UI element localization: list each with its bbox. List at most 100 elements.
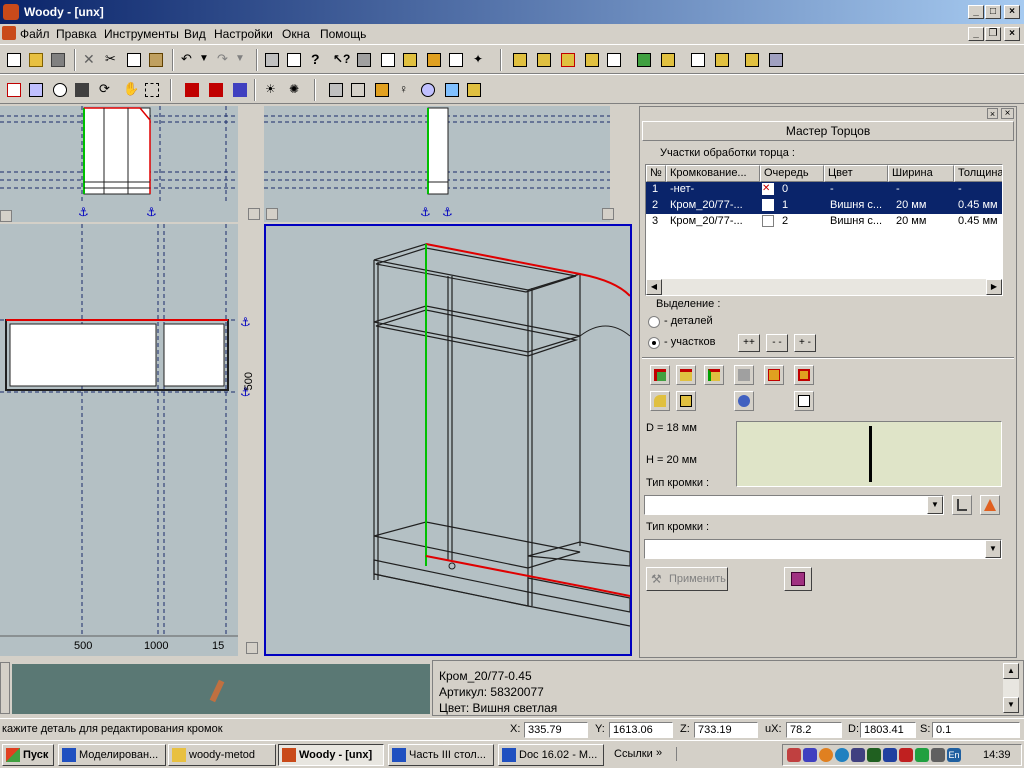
taskbar-item[interactable]: Моделирован... [58,744,166,766]
menu-settings[interactable]: Настройки [214,27,273,41]
panel-pin-button[interactable]: × [987,108,998,119]
view-b-button[interactable] [534,50,554,70]
tray-icon[interactable] [787,748,801,762]
open-file-button[interactable] [26,50,46,70]
edge-tool-9-button[interactable] [734,391,754,411]
tray-icon[interactable] [899,748,913,762]
doc-close-button[interactable]: × [1004,27,1020,41]
table-hscrollbar[interactable]: ◀ ▶ [646,279,1002,295]
language-indicator[interactable]: En [947,748,961,762]
book-button[interactable] [784,567,812,591]
tool-d-button[interactable] [424,50,444,70]
fit-button[interactable] [142,80,162,100]
column-header[interactable]: Ширина [888,165,954,182]
help-button[interactable]: ? [308,50,328,70]
tool-a-button[interactable] [354,50,374,70]
edge-segments-table[interactable]: № Кромкование... Очередь Цвет Ширина Тол… [645,164,1003,296]
tray-icon[interactable] [803,748,817,762]
doc-minimize-button[interactable]: _ [968,27,984,41]
view-c-button[interactable] [558,50,578,70]
minimize-button[interactable]: _ [968,5,984,19]
tray-icon[interactable] [931,748,945,762]
select-all-button[interactable]: ++ [738,334,760,352]
edge-tool-7-button[interactable] [650,391,670,411]
taskbar-item-active[interactable]: Woody - [unx] [278,744,384,766]
pan-button[interactable]: ✋ [120,80,140,100]
column-header[interactable]: Очередь [760,165,824,182]
restore-button[interactable]: □ [985,5,1001,19]
t2-m-button[interactable] [442,80,462,100]
edge-tool-3-button[interactable] [704,365,724,385]
tray-icon[interactable] [851,748,865,762]
edge-tool-10-button[interactable] [794,391,814,411]
shaded-button[interactable] [372,80,392,100]
t2-d-button[interactable] [72,80,92,100]
view-a-button[interactable] [510,50,530,70]
view-i-button[interactable] [712,50,732,70]
tool-c-button[interactable] [400,50,420,70]
viewport-corner[interactable] [266,208,278,220]
edge-library-button[interactable] [952,495,972,515]
view-g-button[interactable] [658,50,678,70]
tray-icon[interactable] [867,748,881,762]
t2-a-button[interactable] [4,80,24,100]
save-button[interactable] [48,50,68,70]
scroll-down-button[interactable]: ▼ [1003,697,1019,713]
view-j-button[interactable] [742,50,762,70]
menu-tools[interactable]: Инструменты [104,27,179,41]
viewport-corner[interactable] [0,210,12,222]
links-more-icon[interactable]: » [656,747,662,759]
taskbar-item[interactable]: Doc 16.02 - М... [498,744,604,766]
t2-n-button[interactable] [464,80,484,100]
view-d-button[interactable] [582,50,602,70]
viewport-corner[interactable] [602,208,614,220]
tool-b-button[interactable] [378,50,398,70]
undo-list-button[interactable]: ▼ [196,50,216,70]
t2-c-button[interactable] [50,80,70,100]
new-file-button[interactable] [4,50,24,70]
tool-e-button[interactable] [446,50,466,70]
viewport-corner[interactable] [246,642,258,654]
column-header[interactable]: № [646,165,666,182]
t2-h-button[interactable]: ☀ [262,80,282,100]
view-e-button[interactable] [604,50,624,70]
apply-button[interactable]: ⚒ Применить [646,567,728,591]
undo-button[interactable]: ↶ [178,50,198,70]
radio-areas[interactable] [648,337,660,349]
chevron-down-icon[interactable]: ▼ [927,496,943,514]
wand-button[interactable]: ✦ [470,50,490,70]
t2-f-button[interactable] [206,80,226,100]
edge-tool-8-button[interactable] [676,391,696,411]
tray-icon[interactable] [819,748,833,762]
table-row[interactable]: 2 Кром_20/77-... 1 Вишня с... 20 мм 0.45… [646,198,1002,214]
column-header[interactable]: Толщина [954,165,1002,182]
table-row[interactable]: 3 Кром_20/77-... 2 Вишня с... 20 мм 0.45… [646,214,1002,230]
menu-help[interactable]: Помощь [320,27,366,41]
edge-tool-5-button[interactable] [764,365,784,385]
panel-close-button[interactable]: × [1001,108,1014,119]
view-h-button[interactable] [688,50,708,70]
scroll-left-button[interactable]: ◀ [646,279,662,295]
wireframe-button[interactable] [348,80,368,100]
viewport-corner[interactable] [248,208,260,220]
tray-icon[interactable] [835,748,849,762]
edge-type-select-1[interactable]: ▼ [644,495,944,515]
scroll-up-button[interactable]: ▲ [1003,663,1019,679]
column-header[interactable]: Кромкование... [666,165,760,182]
close-button[interactable]: × [1004,5,1020,19]
doc-icon[interactable] [2,26,16,40]
viewport-top-left[interactable]: ⚓ ⚓ [0,106,262,222]
context-help-button[interactable]: ↖? [330,50,350,70]
taskbar-item[interactable]: woody-metod [168,744,276,766]
edge-tool-6-button[interactable] [794,365,814,385]
table-row[interactable]: 1 -нет- ✕ 0 - - - [646,182,1002,198]
viewport-3d[interactable] [264,224,632,656]
view-k-button[interactable] [766,50,786,70]
copy-button[interactable] [124,50,144,70]
deselect-all-button[interactable]: - - [766,334,788,352]
edge-type-select-2[interactable]: ▼ [644,539,1002,559]
edge-tool-2-button[interactable] [676,365,696,385]
t2-k-button[interactable]: ♀ [396,80,416,100]
t2-e-button[interactable] [182,80,202,100]
t2-b-button[interactable] [26,80,46,100]
